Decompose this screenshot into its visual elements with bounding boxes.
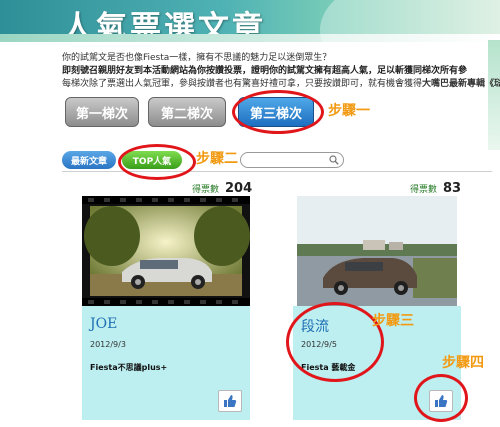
vote-label: 得票數 [410,185,438,195]
annotation-ring-step2 [118,144,196,180]
card-date: 2012/9/3 [90,340,126,349]
header-banner: 人氣票選文章 [0,0,500,42]
article-photo[interactable] [82,196,250,306]
intro-line-1: 你的試駕文是否也像Fiesta一樣，擁有不思議的魅力足以迷倒眾生？ [62,53,332,63]
step-2-label: 步驟二 [196,151,238,167]
card-author[interactable]: JOE [90,316,117,332]
article-photo[interactable] [293,196,461,306]
card-title[interactable]: Fiesta不思議plus+ [90,362,167,373]
step-1-label: 步驟一 [328,103,370,119]
annotation-ring-step3 [286,302,384,382]
tab-round-1[interactable]: 第一梯次 [65,97,139,127]
vote-label: 得票數 [192,185,220,195]
intro-line-3-bold: 大嘴巴最新專輯《琺 [422,79,500,89]
step-4-label: 步驟四 [442,355,484,371]
tab-round-2[interactable]: 第二梯次 [148,97,226,127]
intro-text: 你的試駕文是否也像Fiesta一樣，擁有不思議的魅力足以迷倒眾生？ 即刻號召親朋… [62,52,500,91]
vote-number: 204 [225,181,253,196]
vote-number: 83 [443,181,462,196]
article-card[interactable]: JOE 2012/9/3 Fiesta不思議plus+ [82,196,250,420]
thumbs-up-icon [224,395,237,407]
annotation-ring-step1 [232,90,324,134]
vote-count-second: 得票數 83 [410,181,461,196]
search-input[interactable] [240,152,344,168]
like-button[interactable] [218,390,242,412]
search-icon[interactable] [329,155,339,165]
banner-decoration [0,34,500,42]
vote-count-joe: 得票數 204 [192,181,252,196]
step-3-label: 步驟三 [372,313,414,329]
latest-articles-button[interactable]: 最新文章 [62,151,116,169]
annotation-ring-step4 [414,374,468,422]
card-info: JOE 2012/9/3 Fiesta不思議plus+ [82,306,250,420]
intro-line-2: 即刻號召親朋好友到本活動網站為你按讚投票，證明你的試駕文擁有超高人氣，足以斬獲同… [62,66,468,76]
intro-line-3-text: 每梯次除了票選出人氣冠軍，參與按讚者也有驚喜好禮可拿，只要按讚即可，就有機會獲得 [62,79,423,89]
